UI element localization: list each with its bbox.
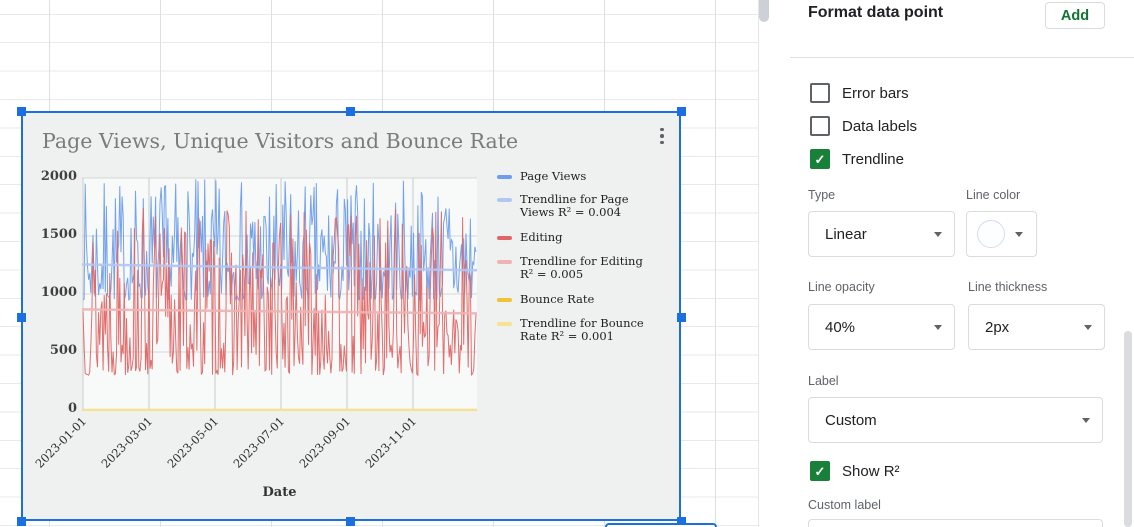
- legend-item[interactable]: Trendline for Page Views R² = 0.004: [497, 193, 644, 219]
- chart-container[interactable]: Page Views, Unique Visitors and Bounce R…: [21, 111, 681, 521]
- data-labels-label: Data labels: [842, 117, 918, 135]
- y-tick-label: 1500: [40, 227, 77, 242]
- legend-swatch: [497, 198, 512, 202]
- color-swatch-circle: [977, 220, 1005, 248]
- error-bars-checkbox[interactable]: [810, 83, 830, 103]
- line-opacity-field-label: Line opacity: [808, 280, 875, 294]
- show-r2-checkbox-row[interactable]: ✓ Show R²: [810, 461, 900, 481]
- app-window: Page Views, Unique Visitors and Bounce R…: [0, 0, 1134, 527]
- y-tick-label: 0: [67, 401, 77, 416]
- type-dropdown[interactable]: Linear: [808, 211, 955, 257]
- panel-divider: [790, 57, 1134, 58]
- y-tick-label: 1000: [40, 285, 77, 300]
- line-thickness-field-label: Line thickness: [968, 280, 1048, 294]
- label-dropdown-value: Custom: [825, 411, 877, 429]
- legend-label: Bounce Rate: [520, 292, 595, 306]
- data-labels-checkbox[interactable]: [810, 116, 830, 136]
- chart-popup-cutoff[interactable]: [605, 523, 717, 527]
- label-dropdown[interactable]: Custom: [808, 397, 1103, 443]
- selection-handle[interactable]: [17, 313, 26, 322]
- selection-handle[interactable]: [17, 107, 26, 116]
- legend-item[interactable]: Editing: [497, 231, 644, 244]
- selection-handle[interactable]: [17, 517, 26, 526]
- line-color-dropdown[interactable]: [966, 211, 1037, 257]
- chevron-down-icon: [934, 231, 942, 237]
- chevron-down-icon: [1015, 231, 1023, 237]
- legend-swatch: [497, 175, 512, 179]
- legend-label: Page Views: [520, 169, 587, 183]
- chevron-down-icon: [1082, 417, 1090, 423]
- legend-label: Editing: [520, 230, 563, 244]
- error-bars-label: Error bars: [842, 84, 909, 102]
- panel-scrollbar-thumb[interactable]: [1124, 331, 1132, 527]
- selection-handle[interactable]: [346, 107, 355, 116]
- legend-swatch: [497, 236, 512, 240]
- chevron-down-icon: [1084, 324, 1092, 330]
- legend-swatch: [497, 298, 512, 302]
- type-dropdown-value: Linear: [825, 225, 867, 243]
- chart-menu-kebab-icon[interactable]: [653, 123, 671, 149]
- trendline-checkbox[interactable]: ✓: [810, 149, 830, 169]
- line-color-field-label: Line color: [966, 188, 1021, 202]
- data-labels-checkbox-row[interactable]: Data labels: [810, 116, 917, 136]
- legend-item[interactable]: Trendline for Editing R² = 0.005: [497, 255, 644, 281]
- error-bars-checkbox-row[interactable]: Error bars: [810, 83, 909, 103]
- add-button[interactable]: Add: [1045, 2, 1105, 29]
- line-opacity-dropdown[interactable]: 40%: [808, 304, 955, 350]
- legend-label: Trendline for Editing R² = 0.005: [520, 254, 643, 281]
- legend-swatch: [497, 260, 512, 264]
- selection-handle[interactable]: [677, 107, 686, 116]
- type-field-label: Type: [808, 188, 836, 202]
- legend-label: Trendline for Bounce Rate R² = 0.001: [520, 316, 644, 343]
- legend-item[interactable]: Trendline for Bounce Rate R² = 0.001: [497, 317, 644, 343]
- show-r2-label: Show R²: [842, 462, 900, 480]
- line-thickness-value: 2px: [985, 318, 1010, 336]
- custom-label-input[interactable]: [808, 519, 1103, 527]
- y-tick-label: 2000: [40, 169, 77, 184]
- show-r2-checkbox[interactable]: ✓: [810, 461, 830, 481]
- y-tick-label: 500: [49, 343, 77, 358]
- trendline-checkbox-row[interactable]: ✓ Trendline: [810, 149, 904, 169]
- line-thickness-dropdown[interactable]: 2px: [968, 304, 1105, 350]
- chevron-down-icon: [934, 324, 942, 330]
- selection-handle[interactable]: [346, 517, 355, 526]
- trendline-label: Trendline: [842, 150, 904, 168]
- x-axis-title: Date: [262, 485, 297, 500]
- label-field-label: Label: [808, 374, 839, 388]
- panel-title: Format data point: [808, 4, 944, 21]
- format-panel: Format data point Add Error bars Data la…: [790, 0, 1134, 527]
- legend-label: Trendline for Page Views R² = 0.004: [520, 192, 629, 219]
- legend-item[interactable]: Bounce Rate: [497, 293, 644, 306]
- legend-item[interactable]: Page Views: [497, 170, 644, 183]
- legend-swatch: [497, 322, 512, 326]
- line-opacity-value: 40%: [825, 318, 856, 336]
- sheet-scrollbar-thumb[interactable]: [759, 0, 769, 22]
- custom-label-field-label: Custom label: [808, 498, 881, 512]
- selection-handle[interactable]: [677, 313, 686, 322]
